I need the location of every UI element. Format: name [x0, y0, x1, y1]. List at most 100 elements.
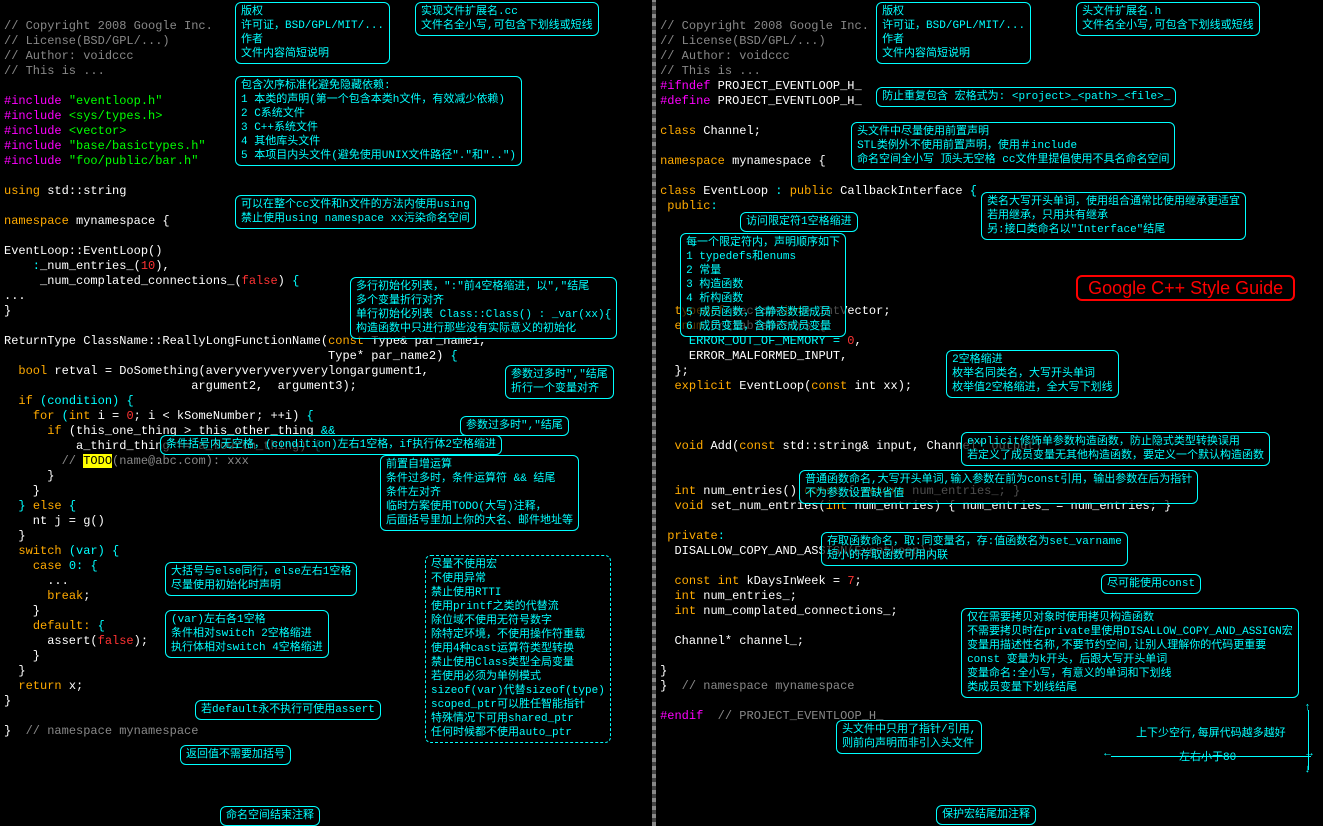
ns-name: mynamespace { — [76, 214, 170, 228]
ifndef-kw: #ifndef — [660, 79, 710, 93]
note-assert: 若default永不执行可使用assert — [195, 700, 381, 720]
note-private: 仅在需要拷贝对象时使用拷贝构造函数 不需要拷贝时在private里使用DISAL… — [961, 608, 1299, 698]
include-kw: #include — [4, 139, 62, 153]
int-kw: int — [69, 409, 91, 423]
num: 0 — [847, 334, 854, 348]
note-accessor: 存取函数命名，取:同变量名，存:值函数名为set_varname 短小的存取函数… — [821, 532, 1128, 566]
note-chan: 头文件中只用了指针/引用, 则前向声明而非引入头文件 — [836, 720, 982, 754]
void-kw: void — [674, 439, 703, 453]
brace: } — [4, 724, 26, 738]
colon: : — [775, 184, 782, 198]
using-val: std::string — [47, 184, 126, 198]
desc: // This is ... — [660, 64, 761, 78]
stmt: nt j = g() — [4, 514, 105, 528]
ns-name: mynamespace { — [725, 154, 826, 168]
comment: (name@abc.com): xxx — [112, 454, 249, 468]
include-val: <sys/types.h> — [69, 109, 163, 123]
num: 10 — [141, 259, 155, 273]
brace: } — [4, 469, 54, 483]
if-kw: if — [47, 424, 61, 438]
define-kw: #define — [660, 94, 710, 108]
note-return: 返回值不需要加括号 — [180, 745, 291, 765]
license: // License(BSD/GPL/...) — [4, 34, 170, 48]
note-header: 版权 许可证，BSD/GPL/MIT/... 作者 文件内容简短说明 — [876, 2, 1031, 64]
colon: : — [718, 529, 725, 543]
note-const: 尽可能使用const — [1101, 574, 1201, 594]
break-kw: break — [47, 589, 83, 603]
include-kw: #include — [4, 94, 62, 108]
init-colon: : — [4, 259, 40, 273]
endif-kw: #endif — [660, 709, 703, 723]
member: num_complated_connections_; — [696, 604, 898, 618]
int-kw: int — [674, 604, 696, 618]
explicit-kw: explicit — [674, 379, 732, 393]
ctor: int xx); — [847, 379, 912, 393]
brace: { — [970, 184, 977, 198]
arrow-down-icon: ↓ — [1304, 764, 1311, 776]
note-nsend: 命名空间结束注释 — [220, 806, 320, 826]
desc: // This is ... — [4, 64, 105, 78]
cond: (condition) — [40, 394, 119, 408]
private-kw: private — [667, 529, 717, 543]
ns-kw: namespace — [660, 154, 725, 168]
int-kw: int — [674, 589, 696, 603]
const-var: kDaysInWeek = — [739, 574, 847, 588]
assert: assert( — [4, 634, 98, 648]
dots: ... — [4, 289, 26, 303]
class-kw: class — [660, 184, 696, 198]
arrow-left-icon: ← — [1104, 748, 1111, 760]
args: argument2, argument3); — [4, 379, 357, 393]
include-val: "base/basictypes.h" — [69, 139, 206, 153]
bool: false — [98, 634, 134, 648]
note-args: 参数过多时","结尾 — [460, 416, 569, 436]
brace: } — [4, 484, 40, 498]
default-kw: default: — [33, 619, 91, 633]
include-val: <vector> — [69, 124, 127, 138]
copyright: // Copyright 2008 Google Inc. — [4, 19, 213, 33]
note-ctor: 多行初始化列表，":"前4空格缩进，以","结尾 多个变量折行对齐 单行初始化列… — [350, 277, 617, 339]
num: 0 — [126, 409, 133, 423]
punct: ; — [855, 574, 862, 588]
comment: // namespace mynamespace — [26, 724, 199, 738]
comment: // namespace mynamespace — [682, 679, 855, 693]
stmt: i = — [90, 409, 126, 423]
note-guard: 防止重复包含 宏格式为: <project>_<path>_<file>_ — [876, 87, 1176, 107]
case-kw: case — [33, 559, 62, 573]
brace: { — [307, 409, 314, 423]
classname: EventLoop — [696, 184, 775, 198]
using-kw: using — [4, 184, 40, 198]
arrow-up-icon: ↑ — [1304, 702, 1311, 714]
paren: ( — [62, 409, 69, 423]
note-header: 版权 许可证，BSD/GPL/MIT/... 作者 文件内容简短说明 — [235, 2, 390, 64]
ctor: EventLoop( — [732, 379, 811, 393]
license: // License(BSD/GPL/...) — [660, 34, 826, 48]
member-ptr: Channel* channel_; — [660, 634, 804, 648]
include-kw: #include — [4, 154, 62, 168]
num: 7 — [847, 574, 854, 588]
note-else: 大括号与else同行，else左右1空格 尽量使用初始化时声明 — [165, 562, 357, 596]
note-endif: 保护宏结尾加注释 — [936, 805, 1036, 825]
brace: } — [4, 499, 26, 513]
stmt: ; i < kSomeNumber; ++i) — [134, 409, 300, 423]
brace: } — [4, 664, 26, 678]
note-forward: 头文件中尽量使用前置声明 STL类例外不使用前置声明，使用＃include 命名… — [851, 122, 1175, 170]
note-order: 每一个限定符内，声明顺序如下 1 typedefs和enums 2 常量 3 构… — [680, 233, 846, 337]
title-box: Google C++ Style Guide — [1076, 275, 1295, 301]
brace: } — [4, 649, 40, 663]
include-kw: #include — [4, 124, 62, 138]
punct: ); — [134, 634, 148, 648]
retval: x; — [62, 679, 84, 693]
brace: { — [126, 394, 133, 408]
brace: { — [98, 619, 105, 633]
void-kw: void — [674, 499, 703, 513]
fn: num_entries() — [696, 484, 804, 498]
include-val: "foo/public/bar.h" — [69, 154, 199, 168]
cond: (var) — [69, 544, 105, 558]
include-kw: #include — [4, 109, 62, 123]
dots: ... — [4, 574, 69, 588]
note-fn1: 参数过多时","结尾 折行一个变量对齐 — [505, 365, 614, 399]
brace: } — [4, 529, 26, 543]
note-explicit: explicit修饰单参数构造函数，防止隐式类型转换误用 若定义了成员变量无其他… — [961, 432, 1270, 466]
include-val: "eventloop.h" — [69, 94, 163, 108]
fn-param: Type* par_name2) — [4, 349, 443, 363]
